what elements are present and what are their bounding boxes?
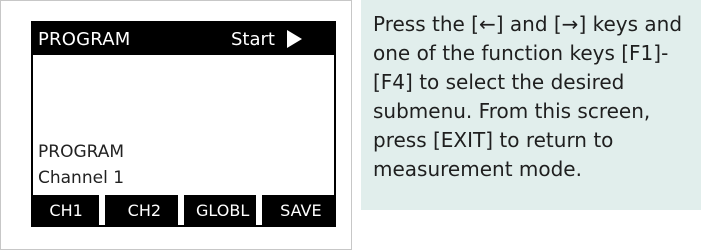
instruction-text: Press the [←] and [→] keys and one of th…: [373, 12, 683, 181]
instruction-panel: Press the [←] and [→] keys and one of th…: [361, 0, 701, 210]
title-label: PROGRAM: [38, 29, 131, 50]
softkey-ch2[interactable]: CH2: [111, 195, 184, 225]
softkey-save[interactable]: SAVE: [267, 195, 334, 225]
softkey-globl[interactable]: GLOBL: [189, 195, 262, 225]
program-text: PROGRAM: [38, 142, 125, 162]
page: PROGRAM Start PROGRAM Channel 1 CH1 CH2 …: [0, 0, 710, 251]
softkey-bar: CH1 CH2 GLOBL SAVE: [33, 195, 334, 225]
device-screen: PROGRAM Start PROGRAM Channel 1 CH1 CH2 …: [31, 21, 336, 227]
display-panel: PROGRAM Start PROGRAM Channel 1 CH1 CH2 …: [0, 0, 352, 250]
start-label: Start: [231, 29, 275, 50]
softkey-ch1[interactable]: CH1: [33, 195, 106, 225]
channel-text: Channel 1: [38, 168, 125, 188]
title-bar: PROGRAM Start: [33, 23, 334, 55]
play-icon: [287, 30, 302, 48]
